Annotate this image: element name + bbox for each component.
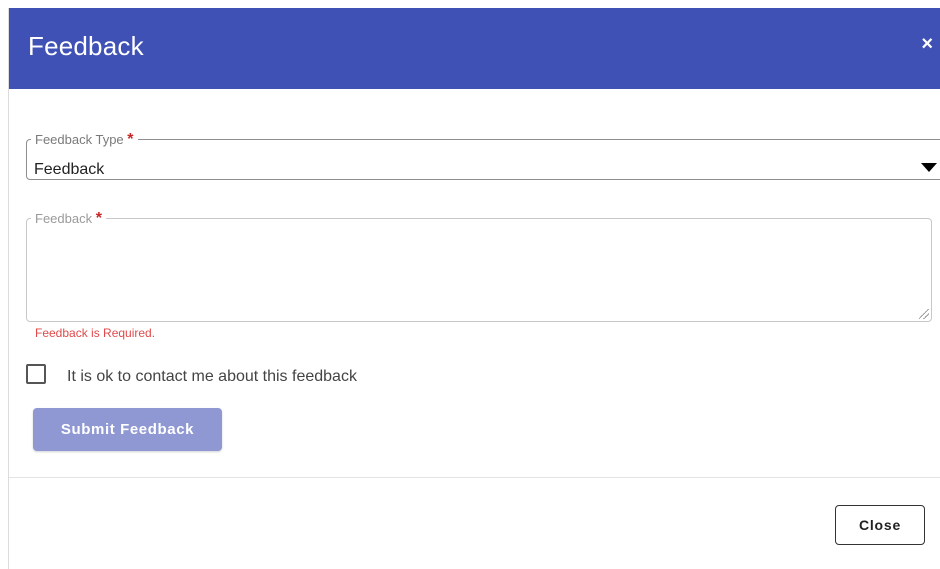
feedback-type-label: Feedback Type * bbox=[31, 131, 138, 148]
feedback-textarea-label: Feedback * bbox=[31, 210, 106, 227]
dialog-header: Feedback × bbox=[9, 8, 940, 89]
contact-consent-checkbox[interactable] bbox=[26, 364, 46, 384]
feedback-dialog: Feedback × Feedback Type * Feedback Feed… bbox=[8, 8, 940, 569]
caret-down-icon[interactable] bbox=[921, 163, 937, 172]
resize-grip-icon[interactable] bbox=[919, 309, 929, 319]
feedback-type-selected-value: Feedback bbox=[34, 161, 105, 178]
feedback-type-select[interactable]: Feedback Type * Feedback bbox=[26, 131, 940, 180]
contact-consent-label[interactable]: It is ok to contact me about this feedba… bbox=[67, 368, 357, 386]
feedback-textarea-label-text: Feedback bbox=[35, 211, 93, 226]
required-marker: * bbox=[127, 131, 134, 148]
close-icon[interactable]: × bbox=[921, 34, 933, 54]
submit-feedback-button[interactable]: Submit Feedback bbox=[33, 408, 222, 451]
feedback-textarea[interactable]: Feedback * bbox=[26, 210, 932, 322]
feedback-type-label-text: Feedback Type bbox=[35, 132, 124, 147]
footer-divider bbox=[9, 477, 940, 478]
close-button[interactable]: Close bbox=[835, 505, 925, 545]
feedback-error-message: Feedback is Required. bbox=[35, 326, 156, 340]
required-marker: * bbox=[95, 210, 102, 227]
dialog-title: Feedback bbox=[28, 31, 144, 61]
